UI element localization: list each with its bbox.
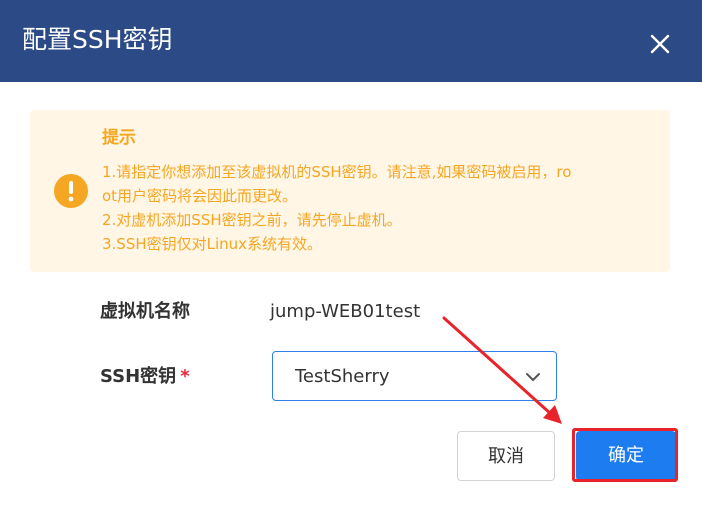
close-icon: [650, 34, 670, 54]
ssh-key-select[interactable]: TestSherry: [272, 351, 557, 401]
ssh-key-label: SSH密钥 *: [100, 364, 190, 390]
dialog-title: 配置SSH密钥: [22, 25, 173, 54]
ssh-key-dialog: 配置SSH密钥 提示 1.请指定你想添加至该虚拟机的SSH密钥。请注意,如果密码…: [0, 0, 702, 506]
notice-line-2: 2.对虚机添加SSH密钥之前，请先停止虚机。: [102, 211, 402, 229]
dialog-header: 配置SSH密钥: [0, 0, 702, 82]
vm-name-label: 虚拟机名称: [100, 301, 190, 322]
notice-box: 提示 1.请指定你想添加至该虚拟机的SSH密钥。请注意,如果密码被启用，ro o…: [30, 110, 670, 272]
close-button[interactable]: [646, 30, 674, 58]
confirm-button[interactable]: 确定: [576, 431, 676, 481]
ssh-key-selected-value: TestSherry: [295, 366, 390, 387]
warning-icon: [54, 174, 88, 208]
required-marker: *: [180, 366, 190, 387]
notice-title: 提示: [102, 128, 136, 148]
vm-name-value: jump-WEB01test: [270, 301, 421, 322]
ssh-key-label-text: SSH密钥: [100, 366, 177, 387]
notice-line-1-continued: ot用户密码将会因此而更改。: [102, 187, 298, 205]
chevron-down-icon: [526, 373, 540, 381]
notice-line-3: 3.SSH密钥仅对Linux系统有效。: [102, 235, 323, 253]
notice-line-1: 1.请指定你想添加至该虚拟机的SSH密钥。请注意,如果密码被启用，ro: [102, 163, 572, 181]
cancel-button[interactable]: 取消: [457, 431, 555, 481]
